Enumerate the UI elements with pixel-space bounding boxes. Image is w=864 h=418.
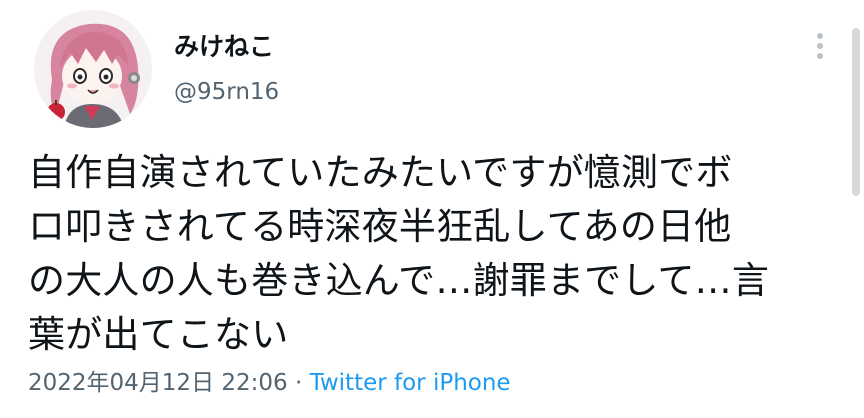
avatar[interactable]	[34, 10, 152, 128]
author-handle[interactable]: @95rn16	[174, 78, 279, 106]
tweet-card: みけねこ @95rn16 自作自演されていたみたいですが憶測でボ ロ叩きされてる…	[0, 0, 864, 418]
tweet-meta: 2022年04月12日 22:06 · Twitter for iPhone	[28, 368, 511, 398]
meta-separator: ·	[287, 370, 310, 396]
more-options-button[interactable]	[806, 28, 834, 64]
tweet-text-line: 葉が出てこない	[28, 313, 289, 356]
tweet-timestamp[interactable]: 2022年04月12日 22:06	[28, 370, 288, 396]
scrollbar[interactable]	[852, 28, 860, 196]
tweet-text-line: ロ叩きされてる時深夜半狂乱してあの日他	[28, 205, 732, 248]
author-display-name[interactable]: みけねこ	[174, 32, 274, 62]
anime-girl-avatar-icon	[34, 10, 152, 128]
tweet-text: 自作自演されていたみたいですが憶測でボ ロ叩きされてる時深夜半狂乱してあの日他 …	[28, 146, 808, 362]
tweet-text-line: の大人の人も巻き込んで…謝罪までして…言	[28, 259, 770, 302]
more-vertical-icon	[817, 33, 823, 59]
tweet-text-line: 自作自演されていたみたいですが憶測でボ	[28, 151, 733, 194]
tweet-source-link[interactable]: Twitter for iPhone	[310, 370, 511, 396]
